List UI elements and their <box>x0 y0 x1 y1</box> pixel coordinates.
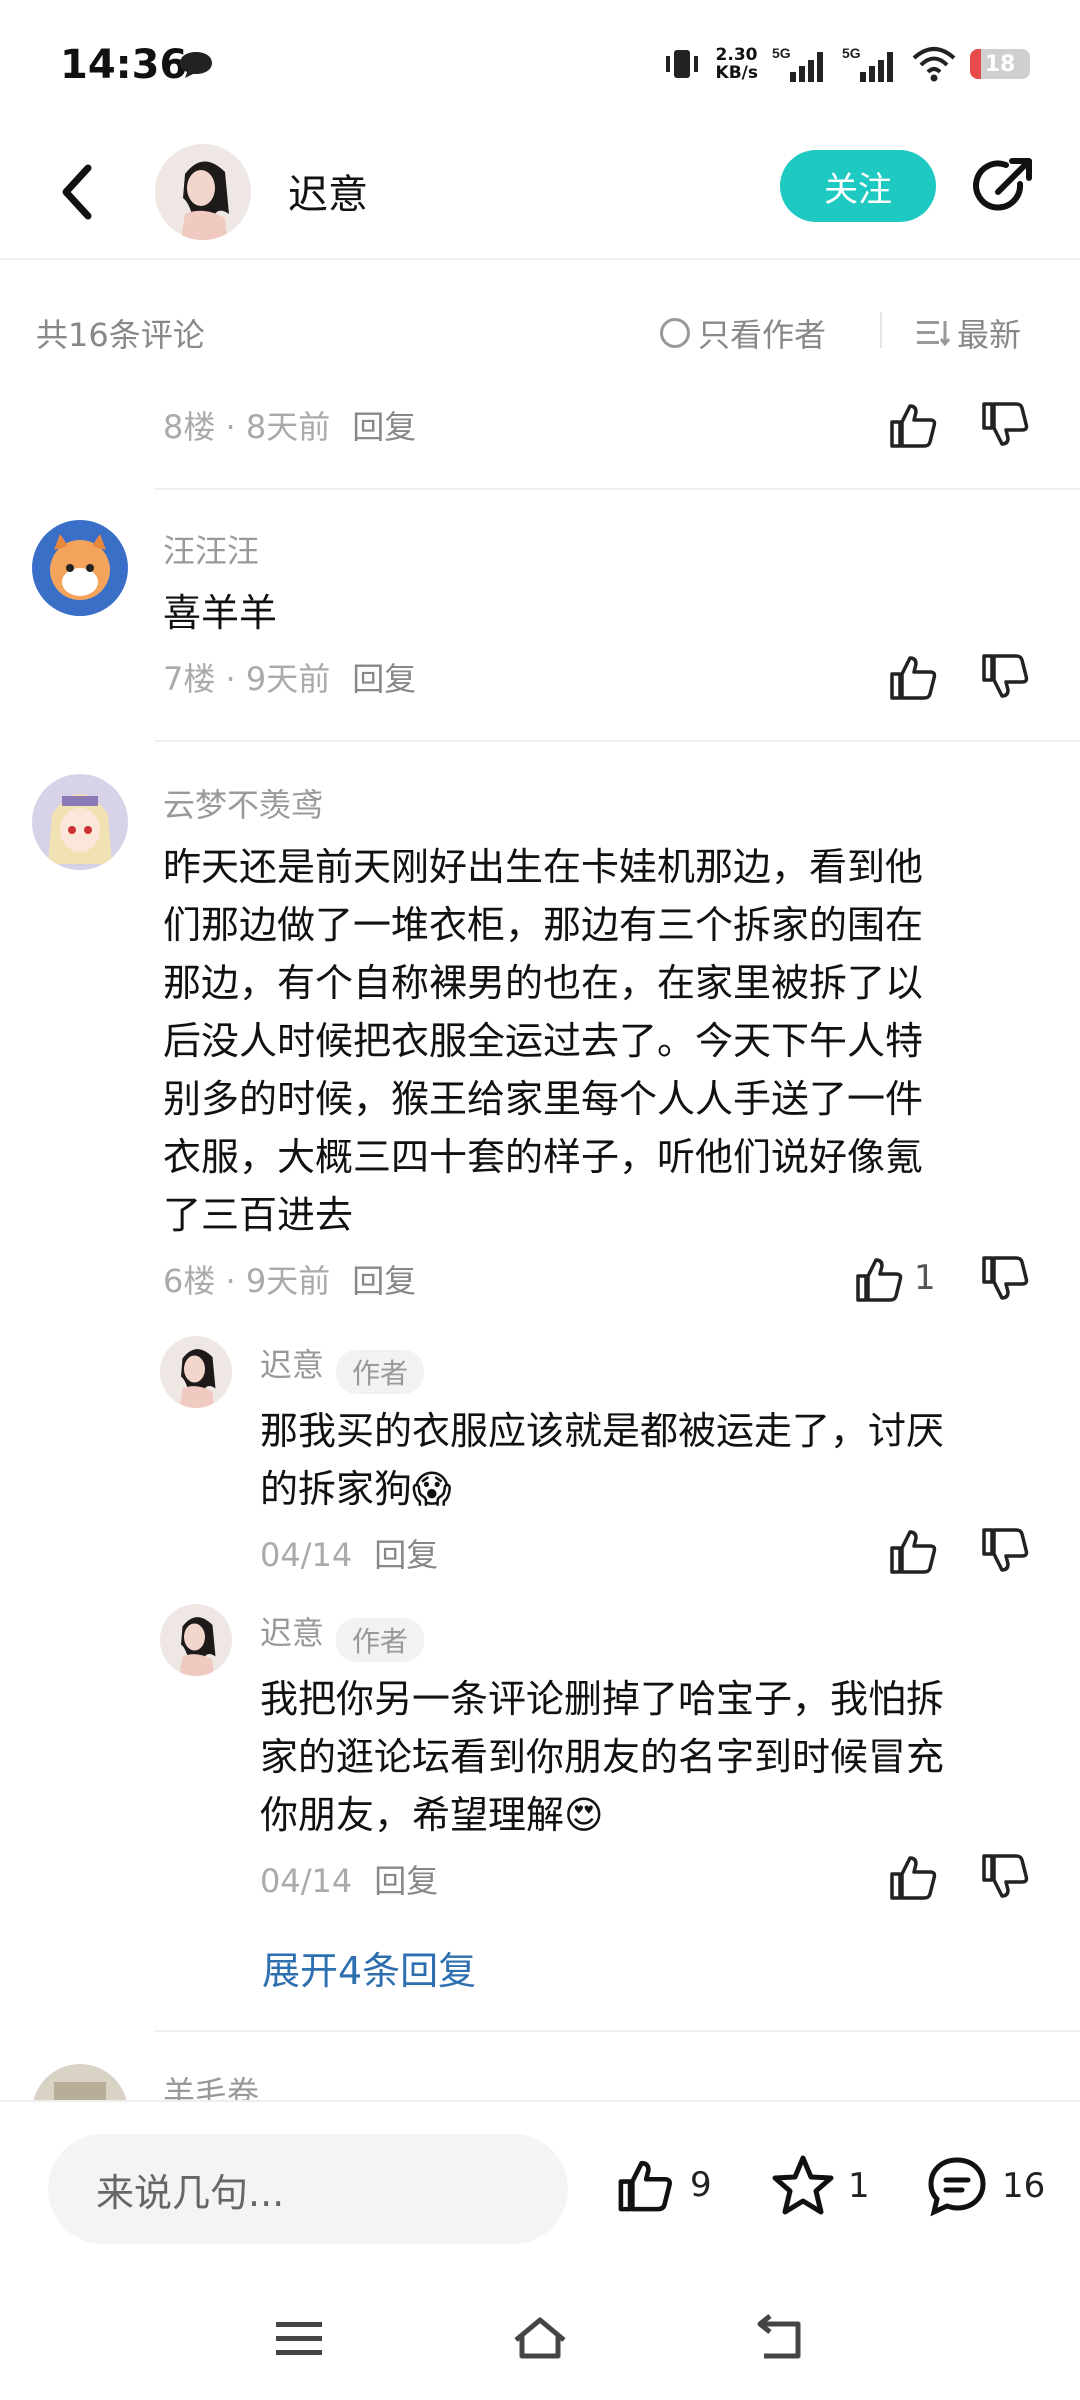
reply-text: 那我买的衣服应该就是都被运走了，讨厌 的拆家狗😱 <box>260 1409 945 1511</box>
dislike-icon[interactable] <box>978 650 1032 704</box>
dislike-icon[interactable] <box>978 398 1032 452</box>
share-icon[interactable] <box>968 152 1038 222</box>
home-icon[interactable] <box>510 2310 570 2366</box>
dislike-icon[interactable] <box>978 1252 1032 1306</box>
like-icon[interactable] <box>886 650 940 704</box>
user-avatar[interactable] <box>32 774 128 870</box>
post-like-count: 9 <box>690 2165 712 2205</box>
svg-text:5G: 5G <box>842 45 861 61</box>
comment-input[interactable]: 来说几句... <box>48 2134 568 2244</box>
vibrate-icon <box>665 50 698 78</box>
like-count: 1 <box>914 1258 936 1298</box>
reply-username[interactable]: 迟意 <box>260 1346 324 1384</box>
post-favorite-count: 1 <box>848 2166 870 2206</box>
only-author-toggle[interactable]: 只看作者 <box>660 310 826 356</box>
menu-icon[interactable] <box>270 2310 330 2366</box>
sort-newest-button[interactable]: 最新 <box>915 310 1021 356</box>
comment-meta: 8楼 · 8天前 回复 <box>163 408 417 446</box>
dislike-icon[interactable] <box>978 1524 1032 1578</box>
post-like-button[interactable]: 9 <box>612 2154 712 2216</box>
post-comment-count: 16 <box>1002 2166 1046 2206</box>
dislike-icon[interactable] <box>978 1850 1032 1904</box>
like-icon[interactable] <box>886 1524 940 1578</box>
reply-meta: 04/14 回复 <box>260 1862 439 1900</box>
post-header: 迟意 关注 <box>0 130 1080 260</box>
reply-button[interactable]: 回复 <box>352 660 416 698</box>
comment-username[interactable]: 云梦不羡鸢 <box>163 780 323 826</box>
reply-text: 我把你另一条评论删掉了哈宝子，我怕拆 家的逛论坛看到你朋友的名字到时候冒充 你朋… <box>260 1677 945 1837</box>
user-avatar[interactable] <box>32 520 128 616</box>
reply-avatar[interactable] <box>160 1604 232 1676</box>
svg-text:5G: 5G <box>772 45 791 61</box>
battery-icon: 18 <box>970 49 1030 79</box>
divider <box>155 740 1080 742</box>
status-time: 14:36 <box>60 42 188 88</box>
comment-text: 喜羊羊 <box>163 591 278 635</box>
comment-icon <box>928 2157 986 2217</box>
like-icon[interactable] <box>886 398 940 452</box>
sort-list-icon <box>917 321 951 347</box>
message-bubble-icon <box>180 52 212 78</box>
comment-count: 共16条评论 <box>36 316 205 354</box>
wifi-icon <box>912 47 956 82</box>
bottom-action-bar: 来说几句... 9 1 16 <box>0 2100 1080 2262</box>
follow-button[interactable]: 关注 <box>780 150 936 222</box>
like-icon <box>618 2160 672 2212</box>
post-comment-button[interactable]: 16 <box>924 2154 1045 2218</box>
author-avatar[interactable] <box>155 144 251 240</box>
like-icon[interactable] <box>886 1850 940 1904</box>
star-icon <box>772 2155 834 2215</box>
comment-meta: 7楼 · 9天前 回复 <box>163 660 417 698</box>
status-icons: 2.30 KB/s 5G 5G 18 <box>662 44 1030 84</box>
system-navigation-bar <box>0 2270 1080 2400</box>
signal-5g-icon: 5G <box>772 45 823 82</box>
reply-header: 迟意 作者 <box>260 1608 425 1662</box>
expand-replies-link[interactable]: 展开4条回复 <box>262 1940 476 1995</box>
author-tag: 作者 <box>336 1617 425 1662</box>
post-favorite-button[interactable]: 1 <box>770 2154 870 2218</box>
back-nav-icon[interactable] <box>750 2310 810 2366</box>
comment-text: 昨天还是前天刚好出生在卡娃机那边，看到他 们那边做了一堆衣柜，那边有三个拆家的围… <box>163 845 924 1237</box>
comment-sort-bar: 共16条评论 只看作者 最新 <box>0 290 1080 370</box>
battery-level <box>970 49 981 79</box>
divider <box>155 2030 1080 2032</box>
author-name[interactable]: 迟意 <box>288 162 368 220</box>
comment-username[interactable]: 汪汪汪 <box>163 526 259 572</box>
divider <box>155 488 1080 490</box>
author-tag: 作者 <box>336 1349 425 1394</box>
reply-button[interactable]: 回复 <box>374 1536 438 1574</box>
divider <box>880 312 882 348</box>
reply-avatar[interactable] <box>160 1336 232 1408</box>
status-bar: 14:36 2.30 KB/s 5G 5G 18 <box>0 0 1080 130</box>
signal-5g-icon-2: 5G <box>842 45 893 82</box>
radio-circle-icon <box>660 318 690 348</box>
reply-button[interactable]: 回复 <box>352 408 416 446</box>
back-arrow-icon[interactable] <box>48 152 108 232</box>
net-speed: 2.30 KB/s <box>715 45 758 83</box>
reply-meta: 04/14 回复 <box>260 1536 439 1574</box>
reply-username[interactable]: 迟意 <box>260 1614 324 1652</box>
reply-button[interactable]: 回复 <box>374 1862 438 1900</box>
comment-meta: 6楼 · 9天前 回复 <box>163 1262 417 1300</box>
like-icon[interactable] <box>852 1252 906 1306</box>
reply-button[interactable]: 回复 <box>352 1262 416 1300</box>
reply-header: 迟意 作者 <box>260 1340 425 1394</box>
